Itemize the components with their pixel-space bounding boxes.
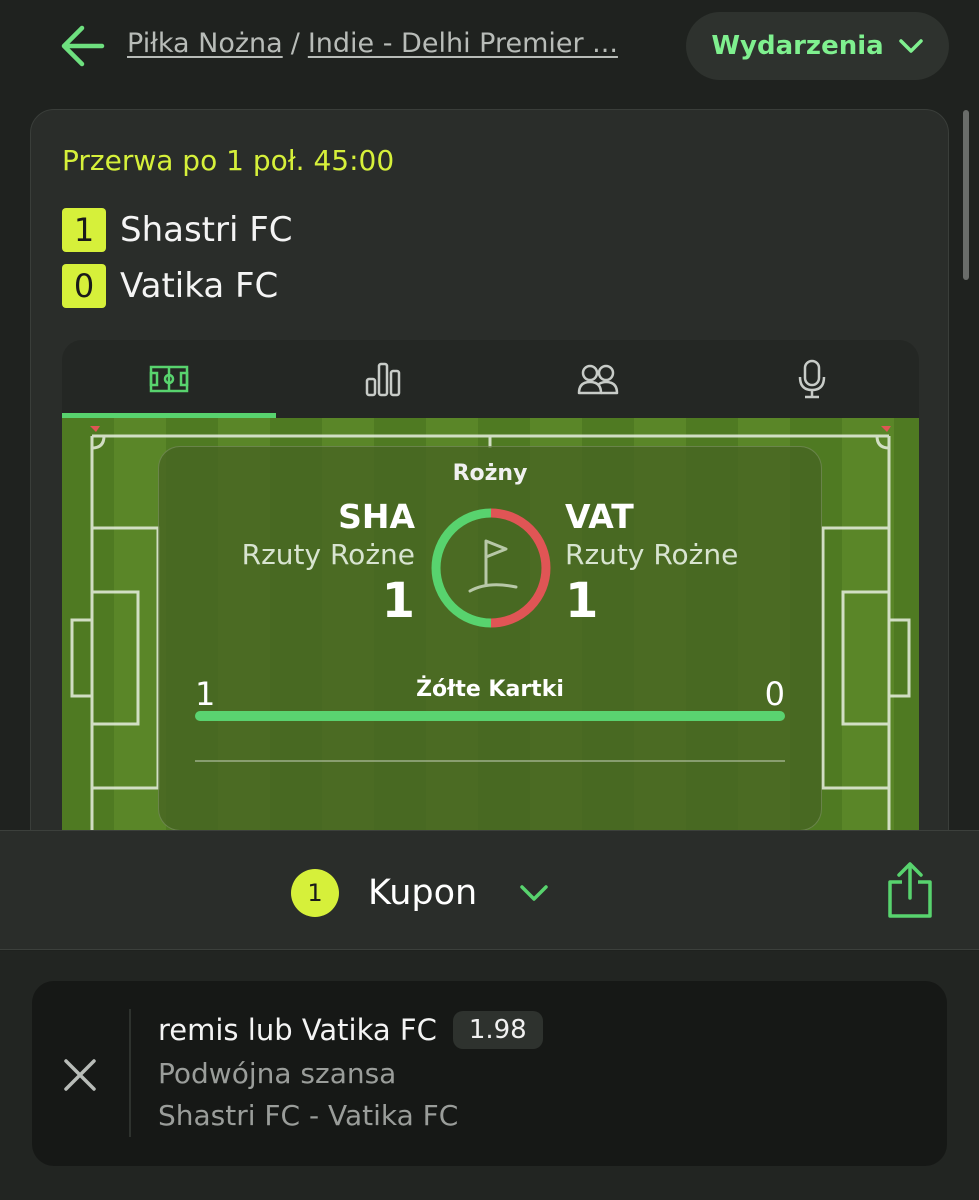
yellow-cards-row: 1 Żółte Kartki 0 [195, 675, 785, 715]
home-stats: SHA Rzuty Rożne 1 [242, 497, 415, 629]
home-team-row: 1 Shastri FC [62, 208, 293, 252]
away-score-badge: 0 [62, 264, 106, 308]
away-abbr: VAT [565, 497, 634, 536]
coupon-count-badge: 1 [291, 869, 339, 917]
tab-statistics[interactable] [276, 340, 490, 418]
yellow-cards-bar [195, 711, 785, 721]
tab-lineups[interactable] [491, 340, 705, 418]
bet-event: Shastri FC - Vatika FC [158, 1099, 459, 1132]
pitch-icon [149, 365, 189, 393]
away-team-name: Vatika FC [120, 266, 279, 306]
breadcrumb-separator: / [290, 28, 300, 59]
home-team-name: Shastri FC [120, 210, 293, 250]
breadcrumb: Piłka Nożna / Indie - Delhi Premier ... [127, 28, 618, 59]
home-abbr: SHA [338, 497, 415, 536]
corner-flag-right [881, 426, 891, 432]
live-pitch: Rożny SHA Rzuty Rożne 1 VAT Rzuty Rożne … [62, 418, 919, 868]
stats-bars-icon [366, 362, 401, 397]
match-tabs [62, 340, 919, 418]
match-status: Przerwa po 1 poł. 45:00 [62, 144, 395, 177]
breadcrumb-sport-link[interactable]: Piłka Nożna [127, 28, 283, 59]
event-title: Rożny [452, 461, 528, 486]
home-stat-value: 1 [381, 573, 415, 629]
events-dropdown-button[interactable]: Wydarzenia [686, 12, 949, 80]
coupon-label: Kupon [368, 873, 478, 913]
bet-divider [129, 1009, 131, 1137]
bet-slip: remis lub Vatika FC 1.98 Podwójna szansa… [0, 951, 979, 1200]
home-stat-label: Rzuty Rożne [241, 538, 415, 571]
events-button-label: Wydarzenia [711, 31, 884, 61]
away-yellow-cards: 0 [764, 675, 785, 713]
away-stats: VAT Rzuty Rożne 1 [565, 497, 738, 629]
away-stat-value: 1 [565, 573, 599, 629]
chevron-down-icon [520, 885, 548, 901]
close-icon[interactable] [60, 1055, 100, 1095]
bet-selection: remis lub Vatika FC [158, 1013, 437, 1047]
bet-selection-row: remis lub Vatika FC 1.98 [158, 1011, 543, 1049]
breadcrumb-league-link[interactable]: Indie - Delhi Premier ... [308, 28, 618, 59]
share-icon[interactable] [884, 860, 936, 920]
tab-pitch[interactable] [62, 340, 277, 418]
away-stat-label: Rzuty Rożne [565, 538, 739, 571]
overlay-divider [195, 760, 785, 762]
scrollbar[interactable] [963, 110, 969, 280]
coupon-toggle[interactable]: 1 Kupon [291, 869, 549, 917]
coupon-bar: 1 Kupon [0, 830, 979, 950]
away-team-row: 0 Vatika FC [62, 264, 278, 308]
live-event-overlay: Rożny SHA Rzuty Rożne 1 VAT Rzuty Rożne … [158, 446, 822, 831]
home-score-badge: 1 [62, 208, 106, 252]
back-arrow-icon[interactable] [58, 24, 106, 68]
bet-market: Podwójna szansa [158, 1057, 397, 1090]
bet-item: remis lub Vatika FC 1.98 Podwójna szansa… [32, 981, 947, 1166]
tab-commentary[interactable] [705, 340, 919, 418]
corner-flag-left [90, 426, 100, 432]
yellow-cards-label: Żółte Kartki [416, 677, 564, 702]
corner-kick-icon [431, 508, 551, 628]
microphone-icon [798, 359, 826, 399]
match-card: Przerwa po 1 poł. 45:00 1 Shastri FC 0 V… [30, 109, 949, 869]
bet-odds: 1.98 [452, 1011, 543, 1049]
chevron-down-icon [898, 39, 923, 53]
lineups-icon [577, 364, 618, 395]
top-bar: Piłka Nożna / Indie - Delhi Premier ... Wy… [0, 0, 979, 100]
